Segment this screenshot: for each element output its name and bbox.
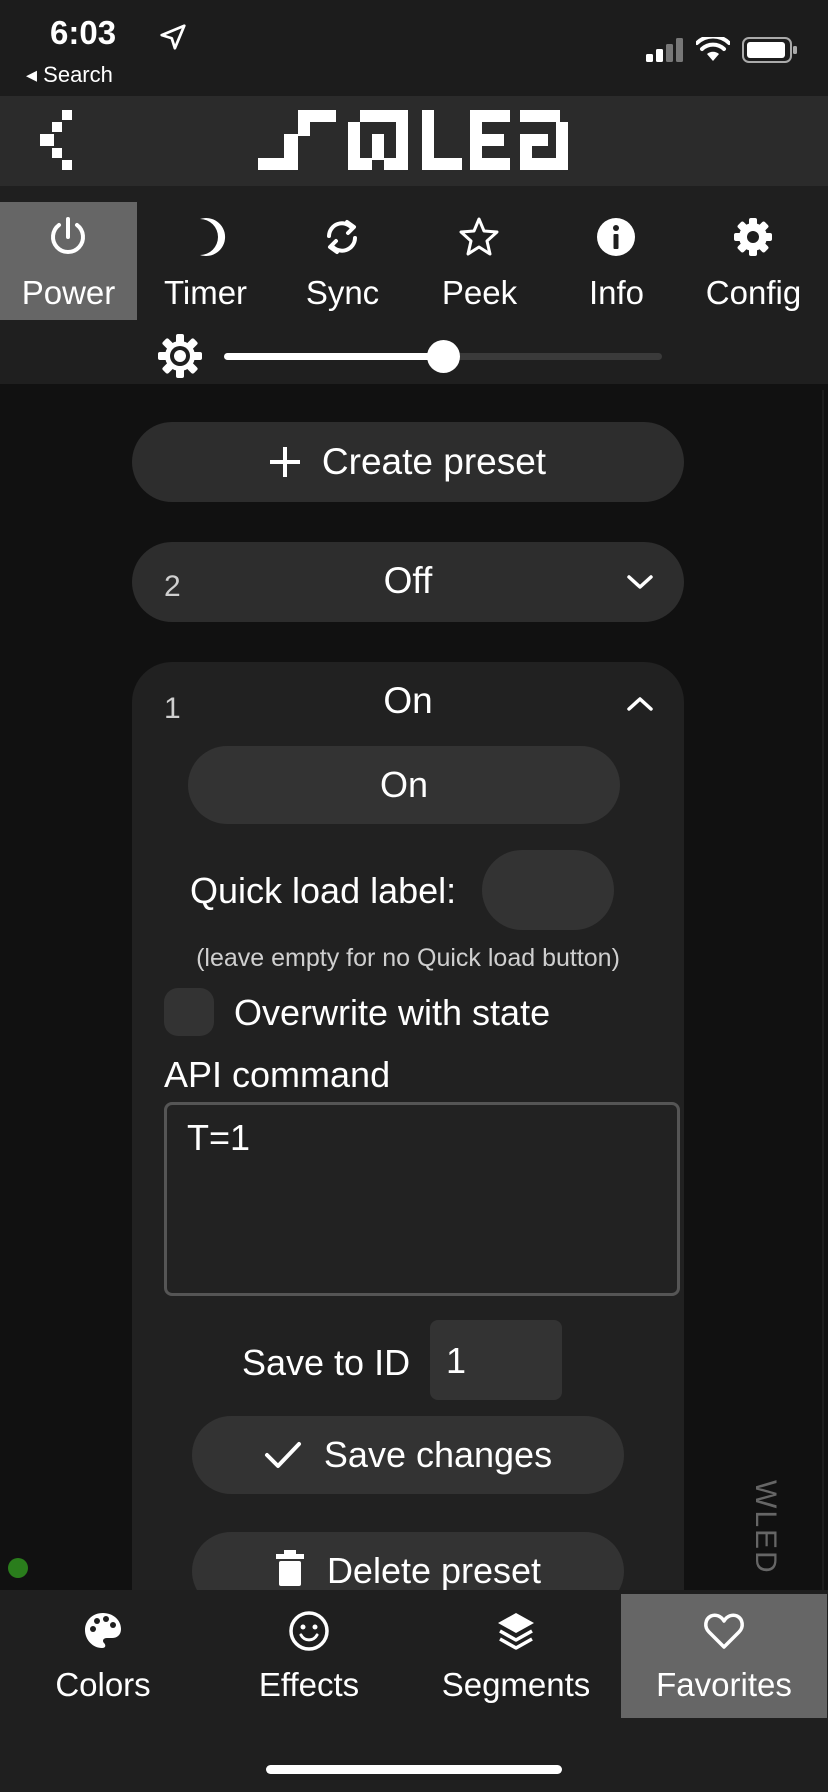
preset-name: On: [383, 680, 433, 721]
plus-icon: [269, 447, 300, 477]
status-indicators: [646, 36, 798, 64]
apply-preset-button[interactable]: On: [188, 746, 620, 824]
delete-preset-button[interactable]: Delete preset: [192, 1532, 624, 1590]
tab-timer[interactable]: Timer: [137, 202, 274, 320]
save-to-id-label: Save to ID: [242, 1342, 411, 1383]
tab-label: Favorites: [656, 1666, 792, 1703]
tab-favorites[interactable]: Favorites: [621, 1594, 827, 1718]
tab-segments[interactable]: Segments: [413, 1594, 619, 1718]
back-chevron-icon[interactable]: [40, 110, 84, 172]
back-to-search-link[interactable]: ◂ Search: [26, 62, 113, 88]
moon-icon: [200, 218, 226, 256]
quick-load-input[interactable]: [482, 850, 614, 930]
layers-icon: [498, 1613, 534, 1650]
tab-label: Info: [588, 274, 645, 311]
save-to-id-value: 1: [446, 1340, 467, 1381]
brightness-fill: [224, 353, 443, 360]
tab-label: Effects: [258, 1666, 360, 1703]
overwrite-checkbox[interactable]: [164, 988, 214, 1036]
top-nav: Power Timer Sync Peek Info Config: [0, 186, 828, 384]
api-command-label: API command: [164, 1054, 391, 1095]
preset-item-collapsed[interactable]: 2 Off: [132, 542, 684, 622]
battery-icon: [742, 37, 797, 63]
power-icon: [51, 217, 85, 254]
preset-item-expanded: 1 On On Quick load label: (leave empty f…: [132, 662, 684, 1590]
cellular-signal-icon: [646, 38, 683, 62]
tab-label: Timer: [163, 274, 248, 311]
sync-icon: [327, 220, 357, 254]
brightness-slider[interactable]: [224, 340, 662, 373]
wled-watermark: WLED: [749, 1480, 782, 1575]
checkmark-icon: [264, 1442, 301, 1468]
tab-label: Peek: [441, 274, 518, 311]
save-to-id-input[interactable]: 1: [430, 1320, 562, 1400]
info-icon: [597, 218, 635, 256]
quick-load-hint: (leave empty for no Quick load button): [196, 944, 620, 972]
tab-label: Power: [21, 274, 116, 311]
create-preset-button[interactable]: Create preset: [132, 422, 684, 502]
tab-label: Colors: [55, 1666, 151, 1703]
bottom-nav: Colors Effects Segments Favorites: [0, 1590, 828, 1792]
scrollbar[interactable]: [822, 390, 824, 1590]
heart-icon: [704, 1613, 744, 1649]
tab-effects[interactable]: Effects: [206, 1594, 412, 1718]
chevron-down-icon[interactable]: [626, 570, 654, 594]
wled-logo: [258, 110, 568, 170]
delete-preset-label: Delete preset: [326, 1550, 542, 1590]
status-bar: 6:03 ◂ Search: [0, 0, 828, 96]
star-icon: [459, 217, 499, 256]
tab-label: Segments: [441, 1666, 591, 1703]
tab-config[interactable]: Config: [685, 202, 822, 320]
tab-sync[interactable]: Sync: [274, 202, 411, 320]
smiley-icon: [289, 1611, 329, 1651]
home-indicator[interactable]: [266, 1765, 562, 1774]
preset-name: Off: [383, 560, 433, 601]
tab-power[interactable]: Power: [0, 202, 137, 320]
tab-label: Config: [705, 274, 802, 311]
overwrite-label: Overwrite with state: [234, 992, 551, 1033]
create-preset-label: Create preset: [321, 441, 547, 482]
save-changes-button[interactable]: Save changes: [192, 1416, 624, 1494]
api-command-value: T=1: [187, 1117, 251, 1158]
brightness-thumb[interactable]: [427, 340, 460, 373]
palette-icon: [85, 1613, 121, 1648]
apply-preset-label: On: [379, 764, 429, 805]
api-command-textarea[interactable]: T=1: [164, 1102, 680, 1296]
tab-peek[interactable]: Peek: [411, 202, 548, 320]
app-header: [0, 96, 828, 186]
favorites-panel: Create preset 2 Off 1 On On Quick load l…: [0, 384, 828, 1590]
tab-label: Sync: [305, 274, 380, 311]
brightness-icon: [158, 334, 202, 378]
chevron-up-icon[interactable]: [626, 692, 654, 716]
wifi-icon: [696, 37, 730, 61]
quick-load-label: Quick load label:: [190, 870, 457, 911]
gear-icon: [734, 218, 772, 256]
status-time: 6:03: [50, 14, 117, 51]
tab-colors[interactable]: Colors: [0, 1594, 206, 1718]
save-changes-label: Save changes: [323, 1434, 553, 1475]
trash-icon: [275, 1550, 304, 1586]
location-arrow-icon: [160, 24, 186, 50]
connection-status-dot: [8, 1558, 28, 1578]
tab-info[interactable]: Info: [548, 202, 685, 320]
